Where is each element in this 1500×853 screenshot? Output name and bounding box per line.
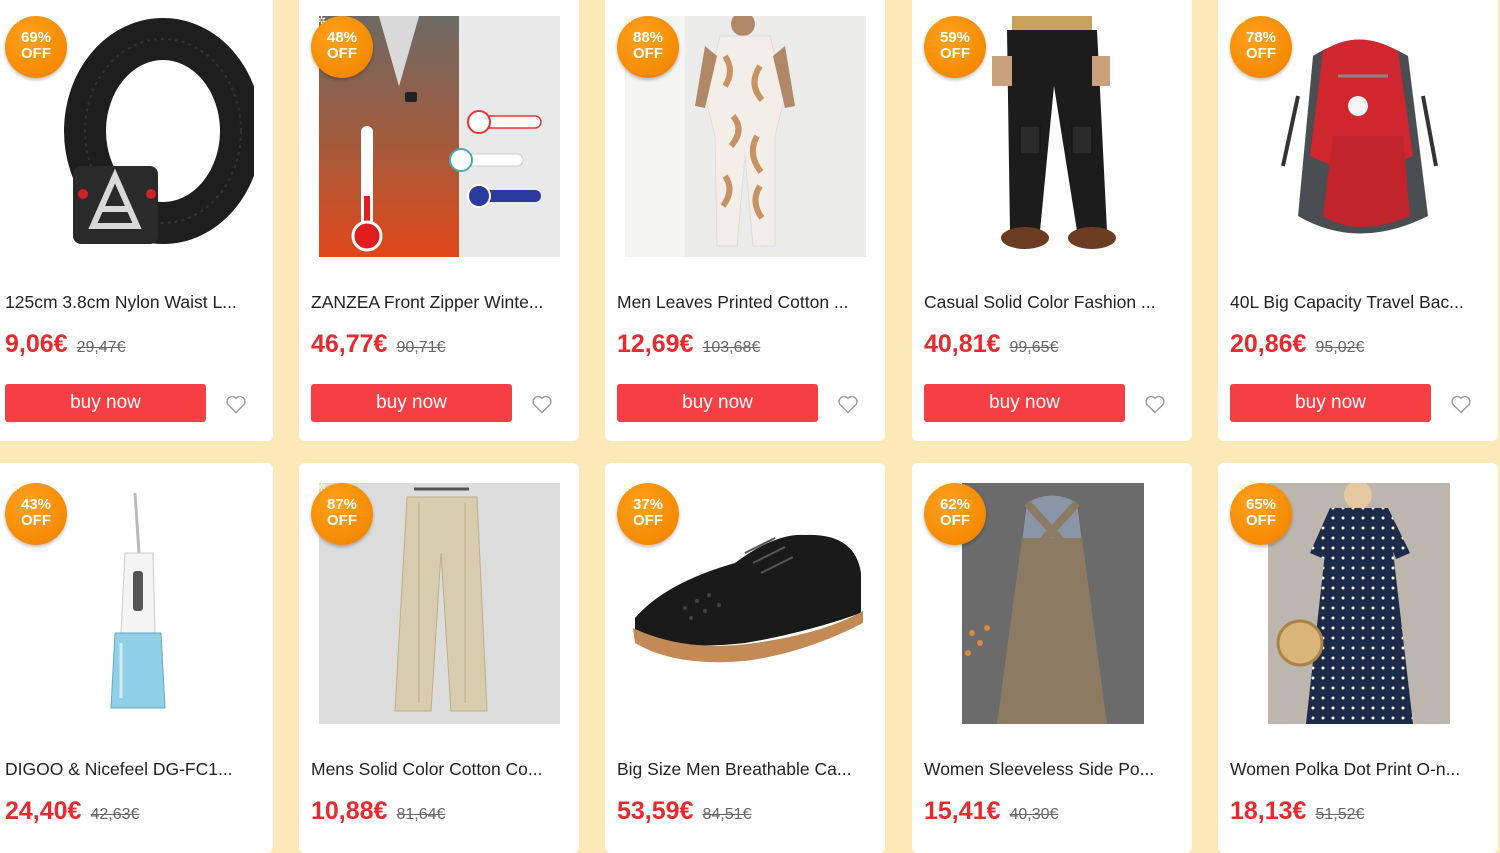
product-title[interactable]: Big Size Men Breathable Ca...: [617, 759, 867, 780]
product-title[interactable]: 125cm 3.8cm Nylon Waist L...: [5, 292, 255, 313]
discount-badge: ✲ 78% OFF: [1230, 16, 1292, 78]
sparkle-icon: ✲: [317, 482, 327, 494]
product-title[interactable]: Men Leaves Printed Cotton ...: [617, 292, 867, 313]
product-title[interactable]: DIGOO & Nicefeel DG-FC1...: [5, 759, 255, 780]
wishlist-heart-icon[interactable]: [530, 392, 554, 416]
sparkle-icon: ✲: [317, 15, 327, 27]
product-title[interactable]: ZANZEA Front Zipper Winte...: [311, 292, 561, 313]
sale-price: 20,86€: [1230, 330, 1307, 358]
product-title[interactable]: Mens Solid Color Cotton Co...: [311, 759, 561, 780]
original-price: 95,02€: [1315, 339, 1365, 356]
product-card[interactable]: ✲ 88% OFF Men Leaves Printed Cotton ... …: [605, 0, 885, 441]
discount-badge: ✲ 48% OFF: [311, 16, 373, 78]
original-price: 40,30€: [1009, 806, 1059, 823]
sparkle-icon: ✲: [930, 15, 940, 27]
price-line: 12,69€ 103,68€: [617, 330, 760, 359]
product-card[interactable]: ✲ 62% OFF Women Sleeveless Side Po... 15…: [912, 463, 1192, 853]
original-price: 51,52€: [1315, 806, 1365, 823]
discount-badge: ✲ 87% OFF: [311, 483, 373, 545]
sale-price: 18,13€: [1230, 797, 1307, 825]
wishlist-heart-icon[interactable]: [836, 392, 860, 416]
original-price: 103,68€: [702, 339, 761, 356]
sale-price: 24,40€: [5, 797, 82, 825]
sale-price: 46,77€: [311, 330, 388, 358]
sale-price: 40,81€: [924, 330, 1001, 358]
price-line: 46,77€ 90,71€: [311, 330, 445, 359]
sale-price: 9,06€: [5, 330, 68, 358]
price-line: 15,41€ 40,30€: [924, 797, 1058, 826]
price-line: 40,81€ 99,65€: [924, 330, 1058, 359]
product-card[interactable]: ✲ 48% OFF ZANZEA Front Zipper Winte... 4…: [299, 0, 579, 441]
sale-price: 53,59€: [617, 797, 694, 825]
sparkle-icon: ✲: [623, 15, 633, 27]
product-card[interactable]: ✲ 37% OFF Big Size Men Breathable Ca... …: [605, 463, 885, 853]
wishlist-heart-icon[interactable]: [1143, 392, 1167, 416]
sparkle-icon: ✲: [11, 482, 21, 494]
product-card[interactable]: ✲ 43% OFF DIGOO & Nicefeel DG-FC1... 24,…: [0, 463, 273, 853]
price-line: 18,13€ 51,52€: [1230, 797, 1364, 826]
wishlist-heart-icon[interactable]: [224, 392, 248, 416]
product-grid: ✲ 69% OFF 125cm 3.8cm Nylon Waist L... 9…: [0, 0, 1500, 853]
product-card[interactable]: ✲ 65% OFF Women Polka Dot Print O-n... 1…: [1218, 463, 1498, 853]
product-card[interactable]: ✲ 69% OFF 125cm 3.8cm Nylon Waist L... 9…: [0, 0, 273, 441]
discount-badge: ✲ 43% OFF: [5, 483, 67, 545]
wishlist-heart-icon[interactable]: [1449, 392, 1473, 416]
original-price: 90,71€: [396, 339, 446, 356]
buy-now-button[interactable]: buy now: [1230, 384, 1431, 422]
sale-price: 15,41€: [924, 797, 1001, 825]
original-price: 29,47€: [76, 339, 126, 356]
sparkle-icon: ✲: [1236, 15, 1246, 27]
discount-badge: ✲ 59% OFF: [924, 16, 986, 78]
discount-badge: ✲ 65% OFF: [1230, 483, 1292, 545]
price-line: 53,59€ 84,51€: [617, 797, 751, 826]
product-title[interactable]: Women Sleeveless Side Po...: [924, 759, 1174, 780]
sparkle-icon: ✲: [930, 482, 940, 494]
price-line: 9,06€ 29,47€: [5, 330, 126, 359]
product-card[interactable]: ✲ 87% OFF Mens Solid Color Cotton Co... …: [299, 463, 579, 853]
buy-now-button[interactable]: buy now: [5, 384, 206, 422]
buy-now-button[interactable]: buy now: [617, 384, 818, 422]
sale-price: 10,88€: [311, 797, 388, 825]
original-price: 99,65€: [1009, 339, 1059, 356]
sale-price: 12,69€: [617, 330, 694, 358]
product-title[interactable]: Casual Solid Color Fashion ...: [924, 292, 1174, 313]
buy-now-button[interactable]: buy now: [311, 384, 512, 422]
price-line: 10,88€ 81,64€: [311, 797, 445, 826]
buy-now-button[interactable]: buy now: [924, 384, 1125, 422]
price-line: 24,40€ 42,63€: [5, 797, 139, 826]
product-card[interactable]: ✲ 78% OFF 40L Big Capacity Travel Bac...…: [1218, 0, 1498, 441]
sparkle-icon: ✲: [11, 15, 21, 27]
sparkle-icon: ✲: [1236, 482, 1246, 494]
discount-badge: ✲ 62% OFF: [924, 483, 986, 545]
original-price: 84,51€: [702, 806, 752, 823]
product-card[interactable]: ✲ 59% OFF Casual Solid Color Fashion ...…: [912, 0, 1192, 441]
discount-badge: ✲ 37% OFF: [617, 483, 679, 545]
price-line: 20,86€ 95,02€: [1230, 330, 1364, 359]
original-price: 81,64€: [396, 806, 446, 823]
original-price: 42,63€: [90, 806, 140, 823]
product-title[interactable]: 40L Big Capacity Travel Bac...: [1230, 292, 1480, 313]
discount-badge: ✲ 69% OFF: [5, 16, 67, 78]
sparkle-icon: ✲: [623, 482, 633, 494]
product-title[interactable]: Women Polka Dot Print O-n...: [1230, 759, 1480, 780]
discount-badge: ✲ 88% OFF: [617, 16, 679, 78]
